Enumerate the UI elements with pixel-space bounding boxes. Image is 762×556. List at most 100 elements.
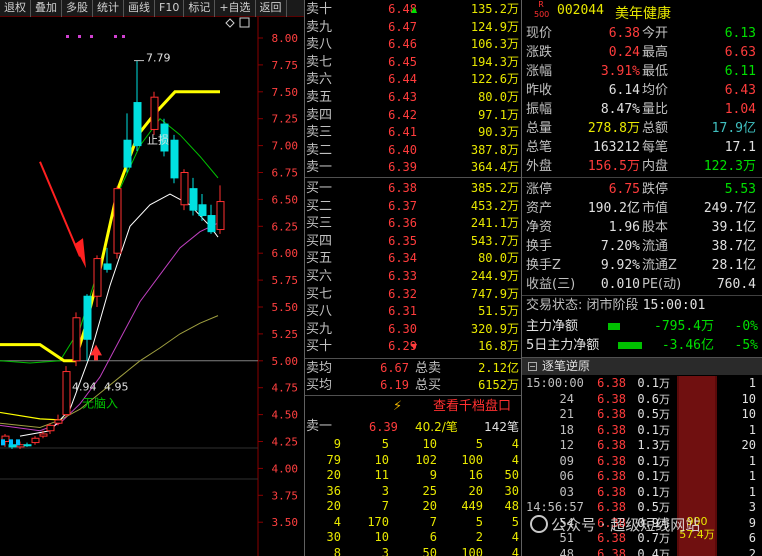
tick-row[interactable]: 48 6.38 0.4万 2 <box>522 547 762 556</box>
lightning-icon: ⚡ <box>393 399 403 414</box>
quote-row: 涨停 6.75 跌停 5.53 <box>522 180 762 199</box>
toolbar-button[interactable]: 标记 <box>184 0 216 17</box>
quote-value-number: 6.75 <box>608 182 640 197</box>
view-thousand-book-button[interactable]: ⚡ 查看千档盘口 <box>305 397 521 416</box>
square-icon <box>239 17 250 28</box>
price-axis-label: 6.00 <box>272 247 299 260</box>
tick-header[interactable]: − 逐笔逆原 <box>522 357 762 375</box>
level-volume: 543.7万 <box>471 233 519 250</box>
level-volume-unit: 万 <box>506 304 519 319</box>
candle-body <box>39 433 48 437</box>
candle-body <box>207 215 216 233</box>
level-volume: 51.5万 <box>478 303 519 320</box>
level-volume-number: 320.9 <box>470 321 507 336</box>
quote-row: 现价 6.38 今开 6.13 <box>522 24 762 43</box>
toolbar-button[interactable]: F10 <box>155 0 185 17</box>
quote-value: 0.010 <box>574 275 640 294</box>
tick-row[interactable]: 09 6.38 0.1万 1 <box>522 454 762 470</box>
grid-cell: 11 <box>374 468 389 482</box>
quote-value: 28.1亿 <box>712 256 756 275</box>
ask-row: 卖八 6.46 106.3万 <box>305 36 521 53</box>
diamond-icon <box>225 18 235 28</box>
price-axis-label: 4.75 <box>272 382 299 395</box>
grid-cell: 9 <box>333 437 341 451</box>
toolbar-button[interactable]: 画线 <box>124 0 155 17</box>
level-price: 6.42 <box>388 107 417 122</box>
grid-cell: 25 <box>422 483 437 498</box>
level-volume-unit: 万 <box>506 181 519 195</box>
toolbar-button[interactable]: 叠加 <box>31 0 62 17</box>
tick-volume-unit: 万 <box>659 377 670 390</box>
level-volume-unit: 万 <box>506 2 519 16</box>
bid-row: 买五 6.34 80.0万 <box>305 250 521 267</box>
quote-value: 39.1亿 <box>712 218 756 237</box>
level-price: 6.32 <box>388 286 417 301</box>
tick-row[interactable]: 21 6.38 0.5万 10 <box>522 407 762 423</box>
tick-row[interactable]: 12 6.38 1.3万 20 <box>522 438 762 454</box>
tick-row[interactable]: 03 6.38 0.1万 1 <box>522 485 762 501</box>
ask-avg-value: 6.67 <box>380 361 409 375</box>
tick-row[interactable]: 15:00:00 6.38 0.1万 1 <box>522 376 762 392</box>
flow-pct: -5% <box>734 338 758 353</box>
trade-summary: 卖一 6.39 40.2/笔 142笔 <box>305 418 521 436</box>
price-axis-label: 6.75 <box>272 167 299 180</box>
toolbar-button[interactable]: 多股 <box>62 0 93 17</box>
toolbar-button[interactable]: 退权 <box>0 0 31 17</box>
grid-row: 20 11 9 16 50 <box>305 468 521 484</box>
quote-value-number: 17.1 <box>724 140 756 155</box>
tick-row[interactable]: 24 6.38 0.6万 10 <box>522 392 762 408</box>
level-volume-number: 51.5 <box>478 304 507 319</box>
quote-label: 现价 <box>526 26 553 41</box>
tick-time: 12 <box>559 438 574 452</box>
quote-value: 249.7亿 <box>704 199 756 218</box>
tick-volume: 0.1万 <box>630 423 670 439</box>
price-axis-label: 6.25 <box>272 220 299 233</box>
quote-value-number: 0.010 <box>600 277 640 292</box>
quote-label: 换手Z <box>526 258 561 273</box>
collapse-icon[interactable]: − <box>528 362 537 371</box>
grid-cell: 79 <box>326 452 341 467</box>
toolbar-button[interactable]: +自选 <box>215 0 256 17</box>
ask-total-value: 2.12亿 <box>478 360 519 377</box>
ask-row: 卖四 6.42 97.1万 <box>305 107 521 124</box>
grid-cell: 10 <box>422 437 437 451</box>
grid-cell: 36 <box>326 483 341 498</box>
status-label: 交易状态: <box>526 298 583 313</box>
quote-value: 156.5万 <box>574 157 640 176</box>
tick-row[interactable]: 18 6.38 0.1万 1 <box>522 423 762 439</box>
bid-row: 买七 6.32 747.9万 <box>305 286 521 303</box>
quote-value: 6.13 <box>725 24 756 43</box>
kline-chart[interactable]: 8.00 7.75 7.50 7.25 7.00 6.75 6.50 6.25 6.00 5.75… <box>0 17 304 556</box>
candle-body <box>150 96 159 130</box>
tick-count: 10 <box>741 407 756 421</box>
tick-volume-unit: 万 <box>659 454 670 468</box>
kline-chart-svg: 8.00 7.75 7.50 7.25 7.00 6.75 6.50 6.25 6.00 5.75… <box>0 17 299 556</box>
tick-row[interactable]: 06 6.38 0.1万 1 <box>522 469 762 485</box>
quote-value-number: 122.3 <box>703 159 743 174</box>
grid-cell: 30 <box>504 483 519 498</box>
bid-row: 买三 6.36 241.1万 <box>305 215 521 232</box>
tick-volume-unit: 万 <box>659 501 670 514</box>
level-volume: 106.3万 <box>471 36 519 53</box>
r-badge-number: 500 <box>534 10 550 19</box>
grid-cell: 100 <box>461 452 483 467</box>
quote-value: 122.3万 <box>704 157 756 176</box>
grid-cell: 5 <box>511 514 519 529</box>
candle-fragment <box>1 439 5 446</box>
r-badge-letter: R <box>538 0 544 9</box>
quote-value-number: 278.8 <box>587 121 627 136</box>
toolbar-button[interactable]: 统计 <box>93 0 124 17</box>
grid-cell: 2 <box>475 530 483 544</box>
level-volume: 80.0万 <box>478 250 519 267</box>
level-label: 买七 <box>306 286 333 302</box>
level-volume: 244.9万 <box>471 268 519 285</box>
price-axis-label: 4.50 <box>272 409 299 422</box>
toolbar-button[interactable]: 返回 <box>256 0 287 17</box>
tick-count: 3 <box>748 500 756 514</box>
level-volume-unit: 万 <box>506 160 519 175</box>
tick-volume-number: 0.5 <box>637 500 659 514</box>
grid-cell: 102 <box>415 452 437 467</box>
quote-value-number: 9.92% <box>600 258 640 273</box>
price-axis-label: 3.75 <box>272 489 299 502</box>
tick-volume-number: 0.1 <box>637 469 659 483</box>
